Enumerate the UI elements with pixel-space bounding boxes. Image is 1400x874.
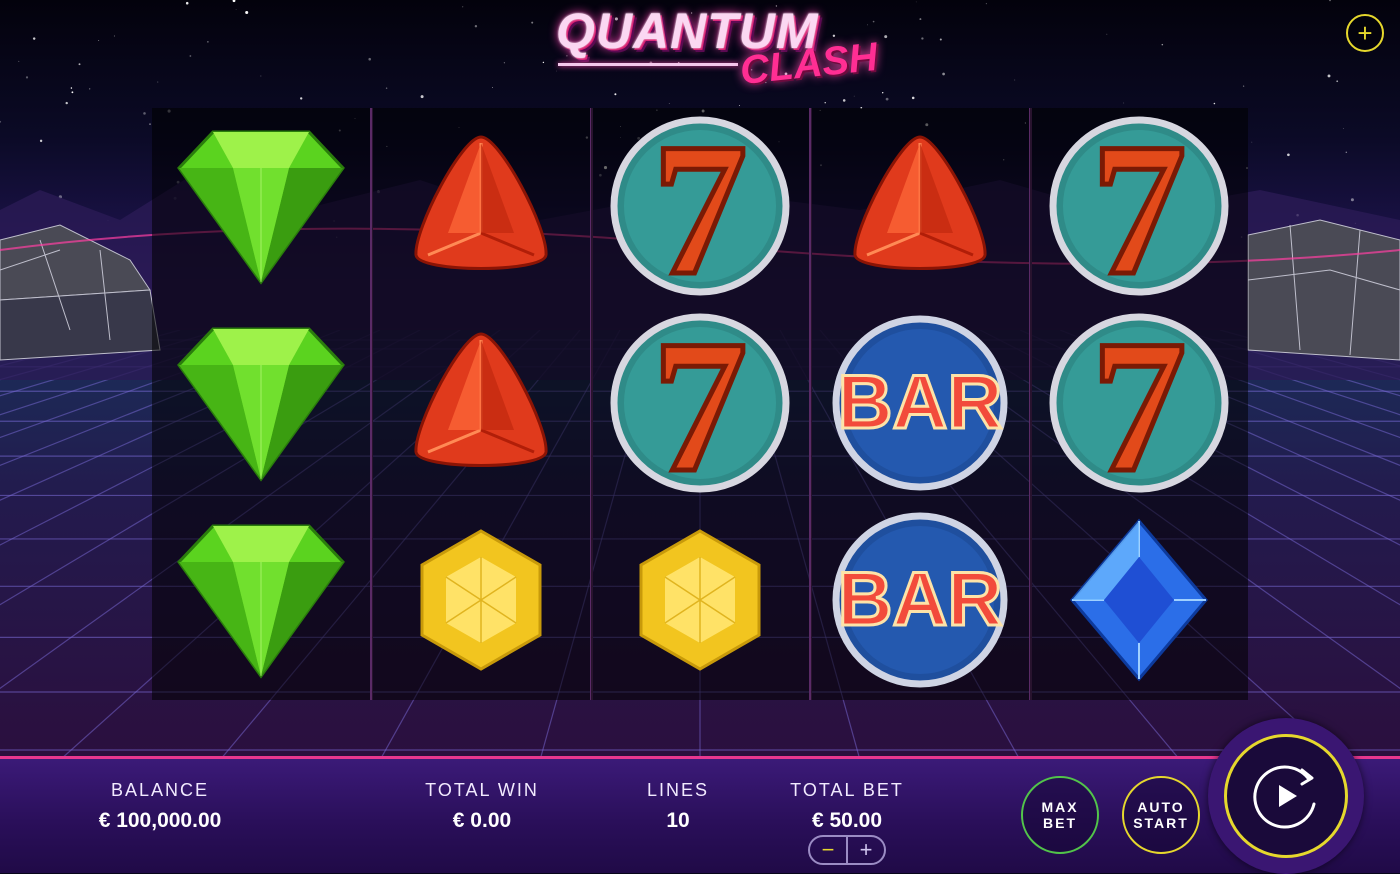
- green-gem-symbol: [152, 502, 370, 698]
- seven-symbol: 7: [591, 108, 809, 304]
- reel-5: 7 7: [1030, 108, 1248, 700]
- lines-display: LINES 10: [628, 780, 728, 833]
- bar-symbol: BAR: [811, 502, 1029, 698]
- balance-display: BALANCE € 100,000.00: [70, 780, 250, 833]
- bar-symbol-text: BAR: [838, 360, 1003, 445]
- balance-value: € 100,000.00: [98, 809, 222, 832]
- spin-button[interactable]: [1224, 734, 1348, 858]
- bet-stepper: − +: [808, 835, 886, 865]
- red-gem-symbol: [372, 305, 590, 501]
- auto-start-button[interactable]: AUTO START: [1122, 776, 1200, 854]
- max-bet-label-line2: BET: [1043, 815, 1077, 831]
- bar-symbol-text: BAR: [838, 557, 1003, 642]
- reel-2: [372, 108, 590, 700]
- reel-3: 7 7: [591, 108, 809, 700]
- seven-symbol: 7: [1030, 305, 1248, 501]
- reel-1: [152, 108, 370, 700]
- total-bet-value: € 50.00: [811, 809, 883, 832]
- lines-value: 10: [666, 809, 690, 832]
- max-bet-label-line1: MAX: [1041, 799, 1079, 815]
- total-bet-display: TOTAL BET € 50.00: [770, 780, 924, 833]
- total-win-label: TOTAL WIN: [425, 780, 539, 800]
- yellow-gem-symbol: [372, 502, 590, 698]
- green-gem-symbol: [152, 305, 370, 501]
- seven-symbol-text: 7: [653, 310, 748, 496]
- auto-start-label-line2: START: [1133, 815, 1189, 831]
- lines-label: LINES: [646, 780, 710, 800]
- yellow-gem-symbol: [591, 502, 809, 698]
- bar-symbol: BAR: [811, 305, 1029, 501]
- game-logo: QUANTUM CLASH: [550, 0, 880, 100]
- red-gem-symbol: [372, 108, 590, 304]
- reel-area: 7 7 BAR BAR 7 7: [152, 108, 1248, 700]
- logo-underline: [558, 63, 738, 66]
- seven-symbol-text: 7: [1092, 310, 1187, 496]
- red-gem-symbol: [811, 108, 1029, 304]
- seven-symbol: 7: [591, 305, 809, 501]
- plus-icon: +: [1357, 18, 1373, 48]
- total-win-value: € 0.00: [452, 809, 512, 832]
- auto-start-label-line1: AUTO: [1137, 799, 1185, 815]
- seven-symbol: 7: [1030, 108, 1248, 304]
- seven-symbol-text: 7: [1092, 113, 1187, 299]
- spin-play-icon: [1253, 765, 1316, 829]
- bet-increase-button[interactable]: +: [848, 837, 884, 863]
- add-button[interactable]: +: [1346, 14, 1384, 52]
- spin-button-frame: [1208, 718, 1364, 874]
- seven-symbol-text: 7: [653, 113, 748, 299]
- reel-4: BAR BAR: [811, 108, 1029, 700]
- balance-label: BALANCE: [110, 780, 210, 800]
- blue-gem-symbol: [1030, 502, 1248, 698]
- total-win-display: TOTAL WIN € 0.00: [402, 780, 562, 833]
- max-bet-button[interactable]: MAX BET: [1021, 776, 1099, 854]
- green-gem-symbol: [152, 108, 370, 304]
- bet-decrease-button[interactable]: −: [810, 837, 848, 863]
- total-bet-label: TOTAL BET: [790, 780, 904, 800]
